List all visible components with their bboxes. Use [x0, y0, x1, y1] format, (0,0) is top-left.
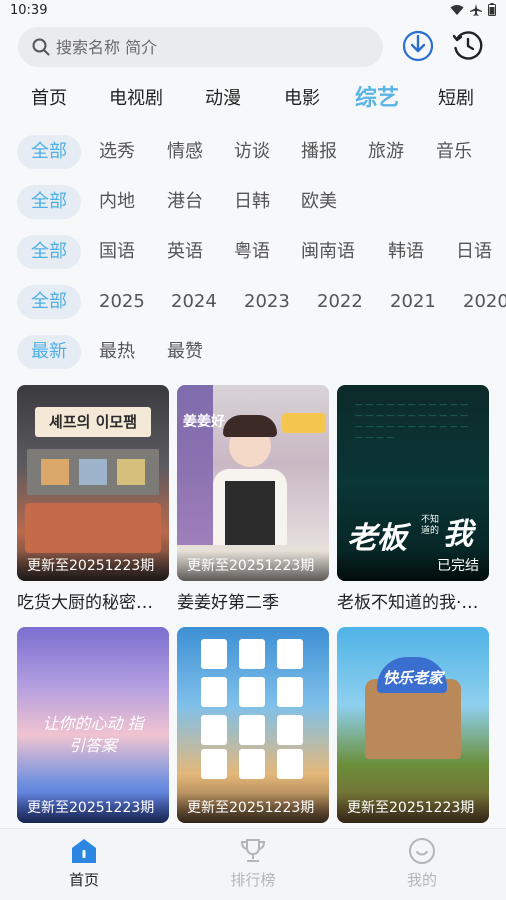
tab-movie[interactable]: 电影	[284, 84, 320, 110]
update-badge: 更新至20251223期	[337, 793, 489, 823]
tab-tv-series[interactable]: 电视剧	[109, 84, 163, 110]
show-title: 吃货大厨的秘密…	[17, 593, 153, 613]
profile-icon	[409, 838, 435, 864]
region-filter-row: 全部 内地 港台 日韩 欧美	[0, 185, 506, 221]
update-badge: 更新至20251223期	[177, 793, 329, 823]
nav-home[interactable]: 首页	[34, 837, 134, 890]
year-filter-row: 全部 2025 2024 2023 2022 2021 2020	[0, 285, 506, 321]
poster-image: 姜姜好 更新至20251223期	[177, 385, 329, 581]
year-chip[interactable]: 2022	[317, 285, 363, 319]
language-chip[interactable]: 闽南语	[301, 235, 355, 269]
battery-icon	[488, 3, 496, 16]
poster-image: 快乐老家 更新至20251223期	[337, 627, 489, 823]
update-badge: 更新至20251223期	[17, 551, 169, 581]
search-input[interactable]	[56, 37, 356, 57]
update-badge: 更新至20251223期	[177, 551, 329, 581]
history-button[interactable]	[450, 28, 486, 64]
region-chip-all[interactable]: 全部	[17, 185, 81, 219]
genre-chip[interactable]: 旅游	[368, 135, 404, 169]
region-chip[interactable]: 内地	[99, 185, 135, 219]
nav-ranking[interactable]: 排行榜	[203, 837, 303, 890]
tab-home[interactable]: 首页	[31, 84, 67, 110]
genre-chip[interactable]: 情感	[167, 135, 203, 169]
sort-chip[interactable]: 最赞	[167, 335, 203, 369]
year-chip-all[interactable]: 全部	[17, 285, 81, 319]
wifi-icon	[450, 4, 464, 15]
year-chip[interactable]: 2020	[463, 285, 506, 319]
history-icon	[452, 31, 483, 60]
language-chip[interactable]: 日语	[456, 235, 492, 269]
nav-profile[interactable]: 我的	[372, 837, 472, 890]
status-bar: 10:39	[0, 0, 506, 22]
genre-chip[interactable]: 访谈	[234, 135, 270, 169]
year-chip[interactable]: 2025	[99, 285, 145, 319]
region-chip[interactable]: 欧美	[301, 185, 337, 219]
show-card[interactable]: 셰프의 이모팸 更新至20251223期 吃货大厨的秘密…	[17, 385, 169, 613]
year-chip[interactable]: 2023	[244, 285, 290, 319]
genre-chip[interactable]: 选秀	[99, 135, 135, 169]
poster-logo-text: 快乐老家	[382, 669, 443, 687]
status-time: 10:39	[10, 3, 48, 18]
show-title: 姜姜好第二季	[177, 593, 279, 613]
language-filter-row: 全部 国语 英语 粤语 闽南语 韩语 日语	[0, 235, 506, 271]
language-chip[interactable]: 英语	[167, 235, 203, 269]
status-badge: 已完结	[337, 551, 489, 581]
poster-image: 更新至20251223期	[177, 627, 329, 823]
trophy-icon	[240, 839, 266, 862]
poster-image: — — — — — — — — — — — — — — — — — — — — …	[337, 385, 489, 581]
region-chip[interactable]: 日韩	[234, 185, 270, 219]
sort-filter-row: 最新 最热 最赞	[0, 335, 506, 371]
download-button[interactable]	[400, 28, 436, 64]
genre-chip[interactable]: 播报	[301, 135, 337, 169]
year-chip[interactable]: 2021	[390, 285, 436, 319]
poster-title-text: 姜姜好	[183, 414, 225, 430]
update-badge: 更新至20251223期	[17, 793, 169, 823]
show-card[interactable]: 让你的心动 指引答案 更新至20251223期	[17, 627, 169, 830]
show-card[interactable]: 快乐老家 更新至20251223期	[337, 627, 489, 830]
poster-title-small: 不知道的	[421, 515, 440, 536]
genre-chip-all[interactable]: 全部	[17, 135, 81, 169]
show-card[interactable]: — — — — — — — — — — — — — — — — — — — — …	[337, 385, 489, 613]
tab-variety[interactable]: 综艺	[355, 80, 399, 112]
show-card[interactable]: 姜姜好 更新至20251223期 姜姜好第二季	[177, 385, 329, 613]
poster-image: 让你的心动 指引答案 更新至20251223期	[17, 627, 169, 823]
poster-title-sign: 셰프의 이모팸	[35, 407, 151, 437]
show-card[interactable]: 更新至20251223期	[177, 627, 329, 830]
download-icon	[402, 30, 434, 62]
year-chip[interactable]: 2024	[171, 285, 217, 319]
status-icons	[450, 3, 496, 16]
poster-title-end: 我	[443, 517, 473, 552]
bottom-nav: 首页 排行榜 我的	[0, 828, 506, 900]
airplane-icon	[470, 3, 482, 16]
search-icon	[32, 38, 50, 56]
language-chip[interactable]: 韩语	[388, 235, 424, 269]
sort-chip[interactable]: 最热	[99, 335, 135, 369]
main-tabs: 首页 电视剧 动漫 电影 综艺 短剧	[0, 78, 506, 118]
home-icon	[72, 839, 96, 863]
nav-label: 我的	[406, 871, 437, 889]
sort-chip-latest[interactable]: 最新	[17, 335, 81, 369]
genre-filter-row: 全部 选秀 情感 访谈 播报 旅游 音乐	[0, 135, 506, 171]
search-bar[interactable]	[18, 27, 383, 67]
show-title: 老板不知道的我·…	[337, 593, 479, 613]
poster-image: 셰프의 이모팸 更新至20251223期	[17, 385, 169, 581]
poster-tagline: 让你的心动 指引答案	[42, 714, 144, 755]
tab-short-drama[interactable]: 短剧	[438, 84, 474, 110]
tab-anime[interactable]: 动漫	[205, 84, 241, 110]
nav-label: 排行榜	[230, 871, 276, 889]
nav-label: 首页	[68, 871, 99, 889]
region-chip[interactable]: 港台	[167, 185, 203, 219]
language-chip[interactable]: 国语	[99, 235, 135, 269]
language-chip-all[interactable]: 全部	[17, 235, 81, 269]
language-chip[interactable]: 粤语	[234, 235, 270, 269]
genre-chip[interactable]: 音乐	[436, 135, 472, 169]
